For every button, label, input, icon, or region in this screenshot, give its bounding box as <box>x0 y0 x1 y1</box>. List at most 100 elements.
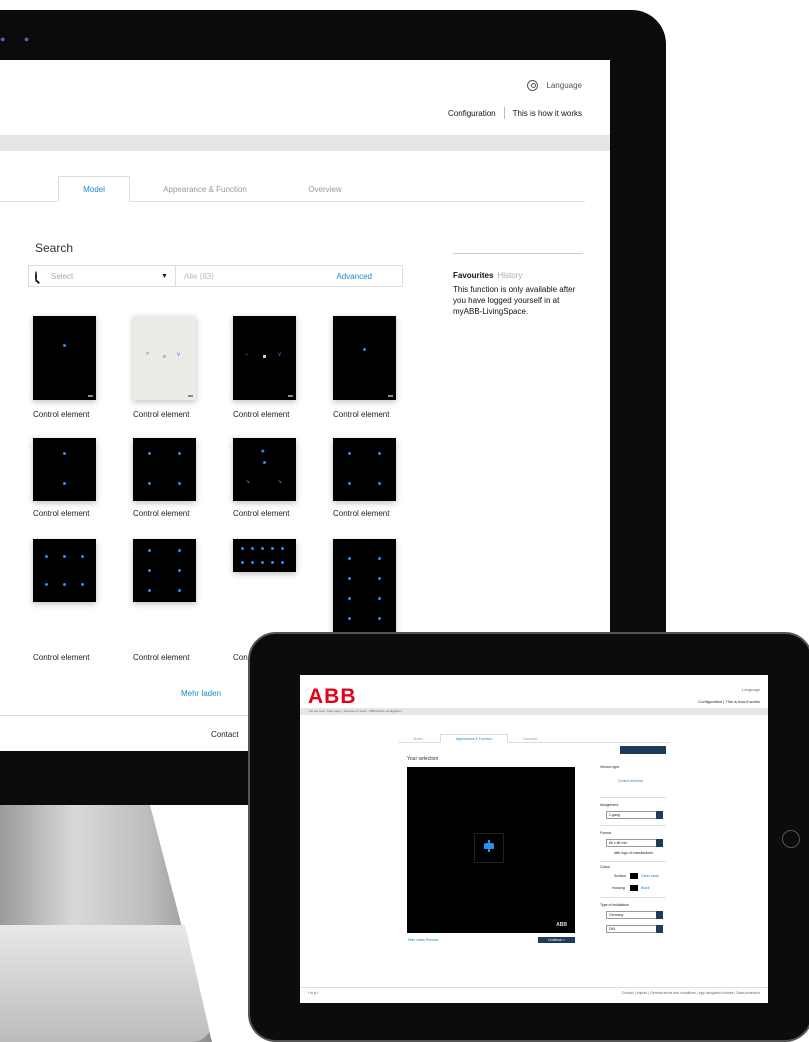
brand-mark <box>188 395 193 397</box>
country-select[interactable]: Germany <box>606 911 663 919</box>
installation-select[interactable]: DIN <box>606 925 663 933</box>
favourites-tab[interactable]: Favourites <box>453 271 493 280</box>
led-icon <box>348 617 351 620</box>
tab-bar: Model Appearance & Function Overview <box>0 176 585 202</box>
brand-mark <box>288 395 293 397</box>
product-tile[interactable] <box>33 316 96 400</box>
center-key <box>263 355 266 358</box>
housing-swatch[interactable] <box>630 885 638 891</box>
product-tile[interactable] <box>133 539 196 602</box>
version-type-link[interactable]: Control element <box>618 779 643 783</box>
preview-links[interactable]: Hide views Preview <box>408 938 438 942</box>
chevron-down-icon[interactable]: ▼ <box>161 273 175 280</box>
product-caption[interactable]: Con <box>233 653 248 662</box>
product-caption[interactable]: Control element <box>33 410 89 419</box>
led-icon <box>251 561 254 564</box>
product-tile[interactable]: ^ v <box>133 316 196 400</box>
tab-bar: Model Appearance & Function Overview <box>398 734 670 743</box>
divider <box>600 797 666 798</box>
tab-model[interactable]: Model <box>398 734 438 743</box>
tab-appearance-function[interactable]: Appearance & Function <box>440 734 508 743</box>
link-how-it-works[interactable]: This is how it works <box>513 109 582 118</box>
version-type-label: Version type <box>600 765 620 769</box>
product-caption[interactable]: Control element <box>333 410 389 419</box>
assignment-label: Assignment <box>600 803 619 807</box>
history-tab[interactable]: History <box>497 271 522 280</box>
led-icon <box>348 577 351 580</box>
product-tile[interactable] <box>333 438 396 501</box>
home-button-icon <box>782 830 800 848</box>
abb-logo[interactable]: ABB <box>308 685 357 709</box>
search-input[interactable]: Alle (83) <box>176 272 336 281</box>
tab-overview[interactable]: Overview <box>510 734 550 743</box>
product-tile[interactable] <box>333 316 396 400</box>
surface-value[interactable]: Glass black <box>641 874 659 878</box>
led-icon <box>281 561 284 564</box>
breadcrumb[interactable]: You are here: Start page > Services & To… <box>300 708 768 715</box>
tab-model[interactable]: Model <box>58 176 130 202</box>
footer-links[interactable]: Contact | Imprint | General terms and co… <box>622 991 760 995</box>
product-caption[interactable]: Control element <box>333 509 389 518</box>
product-caption[interactable]: Control element <box>133 509 189 518</box>
selection-heading: Your selection <box>407 756 439 762</box>
led-icon <box>348 452 351 455</box>
format-select[interactable]: 86 x 86 mm <box>606 839 663 847</box>
product-caption[interactable]: Control element <box>133 653 189 662</box>
product-caption[interactable]: Control element <box>233 509 289 518</box>
view-toolbar[interactable] <box>620 746 666 754</box>
load-more-button[interactable]: Mehr laden <box>181 689 221 698</box>
led-icon <box>263 461 266 464</box>
category-select[interactable]: Select <box>51 272 161 281</box>
minus-icon: – <box>245 352 249 358</box>
product-tile[interactable] <box>33 539 96 602</box>
language-selector[interactable]: Language <box>742 687 760 692</box>
led-icon <box>81 583 84 586</box>
product-caption[interactable]: Control element <box>33 653 89 662</box>
tab-overview[interactable]: Overview <box>280 176 370 202</box>
led-icon <box>378 597 381 600</box>
led-icon <box>81 555 84 558</box>
led-icon <box>241 561 244 564</box>
led-icon <box>378 617 381 620</box>
led-icon <box>63 482 66 485</box>
led-icon <box>45 583 48 586</box>
chevron-down-icon: v <box>177 352 180 358</box>
led-icon <box>378 577 381 580</box>
led-icon <box>148 482 151 485</box>
led-icon <box>271 547 274 550</box>
continue-button[interactable]: Continue > <box>538 937 575 943</box>
ipad-device: ABB Language Configuration | This is how… <box>248 632 809 1042</box>
surface-swatch[interactable] <box>630 873 638 879</box>
footer-contact-link[interactable]: Contact <box>211 730 239 739</box>
search-icon[interactable] <box>35 270 51 282</box>
advanced-search-link[interactable]: Advanced <box>336 272 402 281</box>
assignment-select[interactable]: 1-gang <box>606 811 663 819</box>
social-links[interactable]: f in yt t <box>308 991 318 995</box>
logo-checkbox[interactable]: with logo of manufacturer <box>614 851 653 855</box>
product-caption[interactable]: Control element <box>233 410 289 419</box>
chevron-up-icon: ^ <box>146 352 150 359</box>
product-tile[interactable] <box>233 539 296 572</box>
product-tile[interactable]: – v <box>233 316 296 400</box>
favourites-message: This function is only available after yo… <box>453 285 576 316</box>
colour-label: Colour <box>600 865 611 869</box>
language-label[interactable]: Language <box>546 81 582 90</box>
tab-appearance-function[interactable]: Appearance & Function <box>135 176 275 202</box>
user-icon[interactable] <box>527 80 539 91</box>
top-links[interactable]: Configuration | This is how it works <box>698 699 760 704</box>
led-icon <box>261 561 264 564</box>
led-icon <box>378 482 381 485</box>
product-caption[interactable]: Control element <box>33 509 89 518</box>
arrow-icon: ↘ <box>277 479 283 485</box>
housing-value[interactable]: Black <box>641 886 650 890</box>
link-configuration[interactable]: Configuration <box>448 109 496 118</box>
led-icon <box>178 569 181 572</box>
divider <box>600 825 666 826</box>
installation-label: Type of installation <box>600 903 629 907</box>
product-tile[interactable] <box>133 438 196 501</box>
product-tile[interactable] <box>33 438 96 501</box>
product-caption[interactable]: Control element <box>133 410 189 419</box>
language-selector[interactable]: Language <box>527 80 582 91</box>
product-tile[interactable]: ♠ ↘ ↘ <box>233 438 296 501</box>
led-icon <box>348 557 351 560</box>
